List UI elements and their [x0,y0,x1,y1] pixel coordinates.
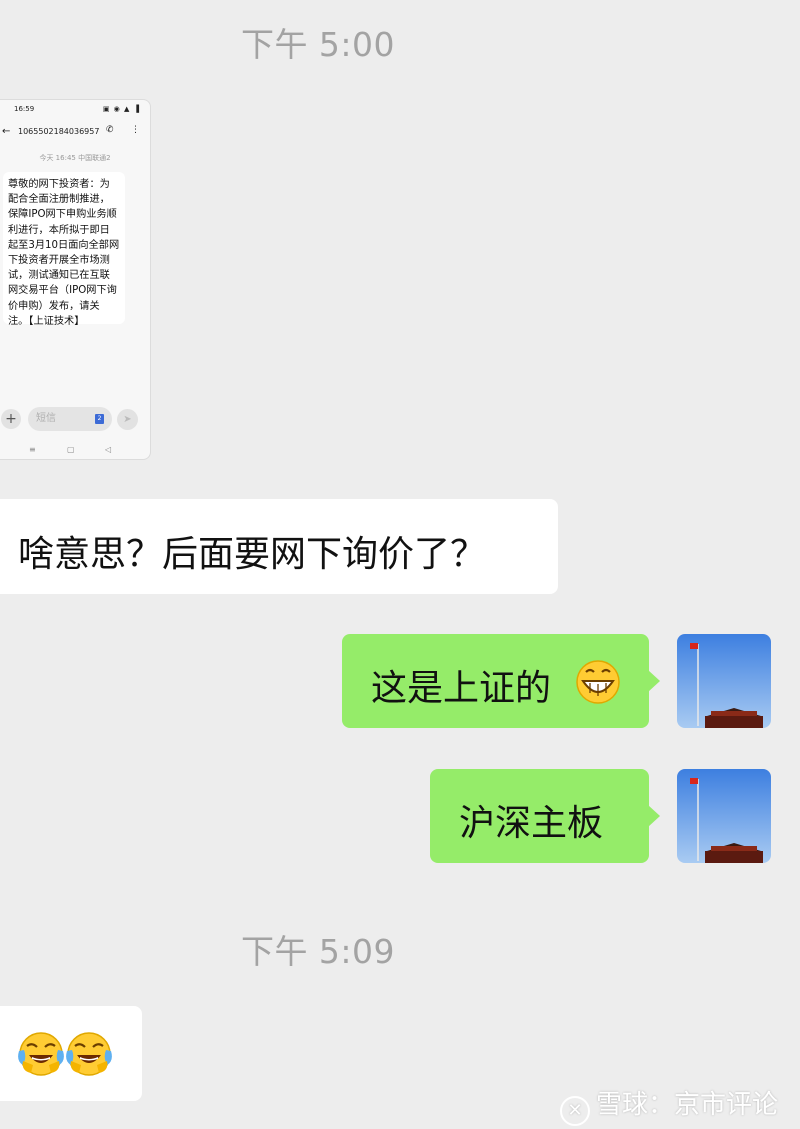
screenshot-sms-bubble: 尊敬的网下投资者：为配合全面注册制推进，保障IPO网下申购业务顺利进行，本所拟于… [3,172,125,327]
crying-laughing-emoji-icon [18,1032,64,1076]
back-triangle-icon: ◁ [105,445,112,454]
home-icon: ▢ [67,445,75,454]
timestamp-1: 下午 5:00 [240,25,396,64]
screenshot-sender-number: 1065502184036957 [18,127,100,136]
received-emoji-bubble[interactable] [0,1006,142,1101]
user-avatar-1[interactable] [677,634,771,728]
screenshot-input-field: 短信 2 [28,407,112,431]
menu-icon: ≡ [29,445,36,454]
timestamp-2: 下午 5:09 [240,932,396,971]
grinning-face-emoji-icon [576,660,620,704]
watermark-text: 雪球：京市评论 [595,1090,778,1120]
received-message-bubble[interactable]: 啥意思？后面要网下询价了？ [0,499,558,594]
back-arrow-icon: ← [2,126,11,137]
screenshot-nav: ← 1065502184036957 ✆ ⋮ [0,125,150,141]
sim-badge: 2 [95,414,104,424]
tiananmen-avatar-icon [677,769,771,863]
screenshot-status-bar: 16:59 ▣ ◉ ▲ ▐ [14,105,140,117]
xueqiu-watermark: ✕ 雪球：京市评论 [559,1084,778,1126]
signal-icons: ▣ ◉ ▲ ▐ [102,105,140,113]
received-message-text: 啥意思？后面要网下询价了？ [18,534,487,575]
crying-laughing-emoji-icon [66,1032,112,1076]
sent-message-bubble-2[interactable]: 沪深主板 [430,769,660,863]
sent-message-bubble-1[interactable]: 这是上证的 [342,634,660,728]
plus-icon: + [1,409,21,429]
screenshot-date-line: 今天 16:45 中国联通2 [39,154,111,162]
tiananmen-avatar-icon [677,634,771,728]
more-icon: ⋮ [131,125,140,135]
screenshot-status-time: 16:59 [14,105,35,113]
screenshot-input-placeholder: 短信 [36,413,56,424]
send-icon: ➤ [117,409,138,430]
sent-message-text-2: 沪深主板 [459,803,604,844]
user-avatar-2[interactable] [677,769,771,863]
xueqiu-logo-icon: ✕ [559,1096,590,1126]
screenshot-nav-bar: ≡ ▢ ◁ [0,445,150,457]
sms-screenshot-image[interactable]: 16:59 ▣ ◉ ▲ ▐ ← 1065502184036957 ✆ ⋮ 今天 … [0,99,151,460]
sent-message-text-1: 这是上证的 [371,668,552,709]
phone-icon: ✆ [106,125,114,135]
